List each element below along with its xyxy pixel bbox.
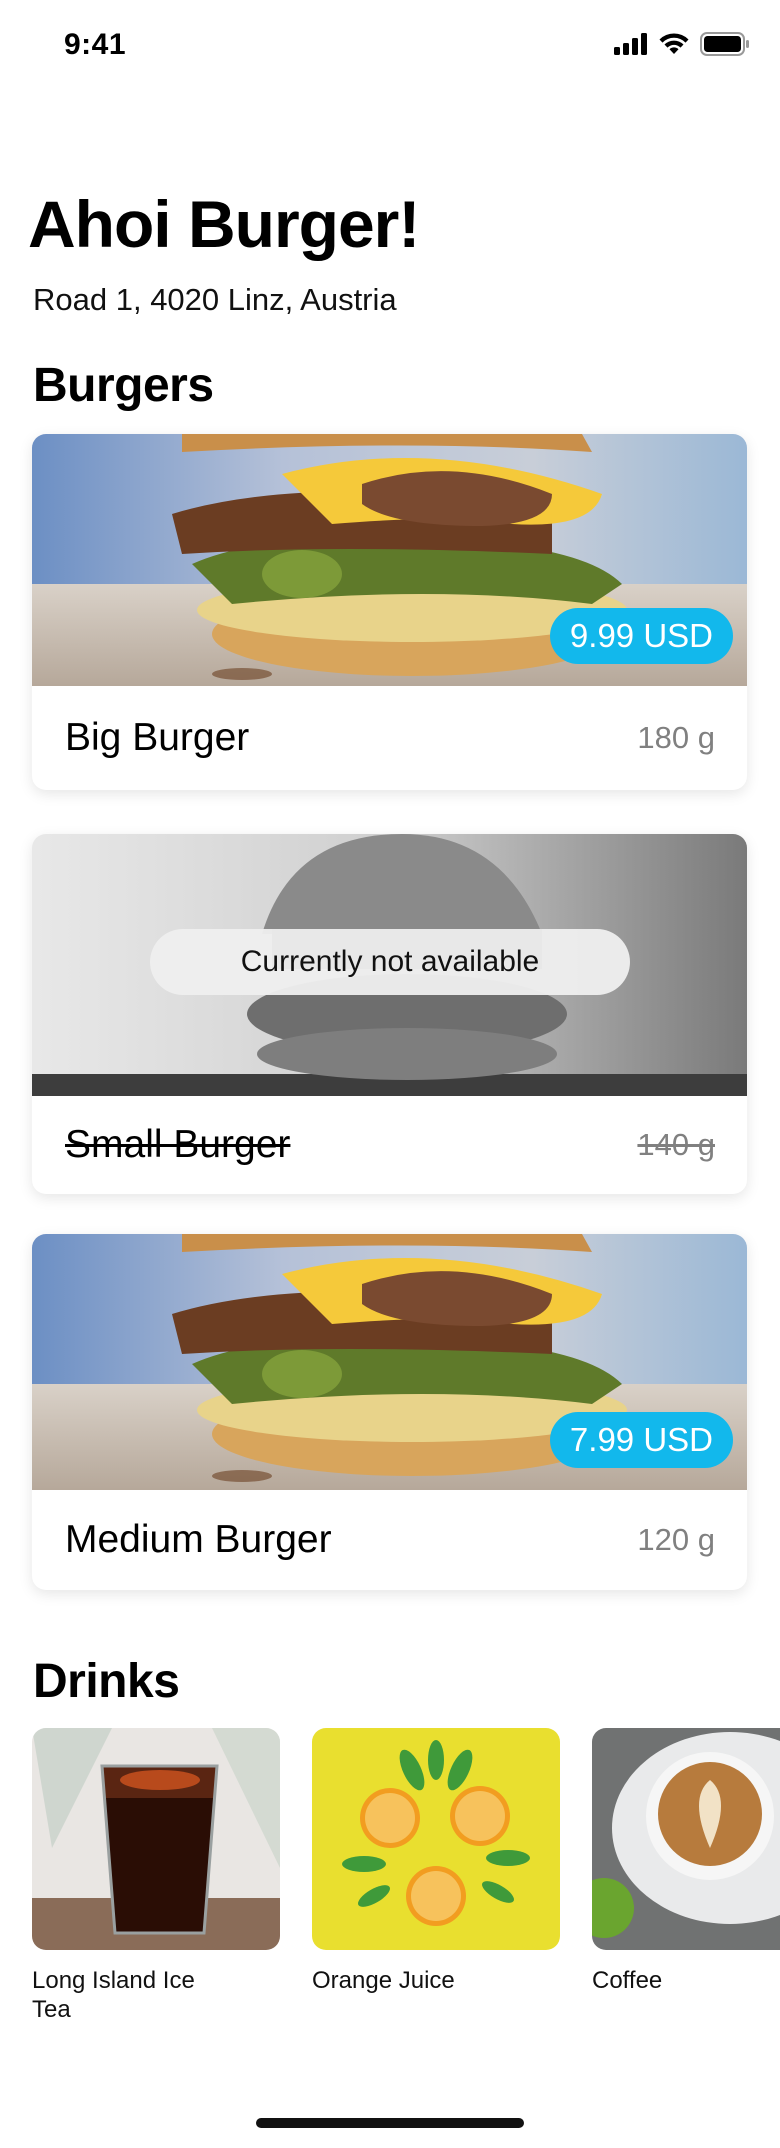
restaurant-address: Road 1, 4020 Linz, Austria — [33, 282, 397, 317]
price-badge: 9.99 USD — [549, 608, 733, 664]
drink-image — [312, 1728, 560, 1950]
drink-image — [592, 1728, 780, 1950]
wifi-icon — [659, 33, 689, 54]
burger-weight: 140 g — [637, 1127, 715, 1162]
price-badge: 7.99 USD — [549, 1412, 733, 1468]
burger-image: 9.99 USD — [32, 434, 747, 686]
battery-icon — [700, 32, 749, 56]
burger-card-big[interactable]: 9.99 USD Big Burger 180 g — [32, 434, 747, 790]
drinks-carousel[interactable]: Long Island Ice Tea Orange Juice Coffee — [32, 1728, 780, 2048]
cellular-signal-icon — [614, 33, 647, 55]
drink-image — [32, 1728, 280, 1950]
status-bar: 9:41 — [0, 0, 780, 92]
burger-card-small[interactable]: Currently not available Small Burger 140… — [32, 834, 747, 1194]
drink-name: Long Island Ice Tea — [32, 1967, 195, 2023]
home-indicator[interactable] — [256, 2118, 524, 2128]
status-icons — [614, 32, 750, 56]
burger-weight: 180 g — [637, 720, 715, 755]
burger-weight: 120 g — [637, 1522, 715, 1557]
drink-item-orange-juice[interactable]: Orange Juice — [312, 1728, 560, 1995]
card-footer: Big Burger 180 g — [32, 686, 747, 790]
card-footer: Medium Burger 120 g — [32, 1490, 747, 1590]
status-time: 9:41 — [64, 28, 127, 61]
card-footer: Small Burger 140 g — [32, 1096, 747, 1194]
drink-name: Orange Juice — [312, 1967, 455, 1994]
drink-name: Coffee — [592, 1967, 663, 1994]
burger-name: Small Burger — [65, 1123, 291, 1166]
burger-card-medium[interactable]: 7.99 USD Medium Burger 120 g — [32, 1234, 747, 1590]
burger-name: Big Burger — [65, 716, 250, 759]
burger-image: 7.99 USD — [32, 1234, 747, 1490]
unavailable-pill: Currently not available — [150, 929, 630, 995]
drinks-section-title: Drinks — [33, 1655, 180, 1708]
burger-image-grayscale: Currently not available — [32, 834, 747, 1096]
burger-name: Medium Burger — [65, 1518, 332, 1561]
drink-item-coffee[interactable]: Coffee — [592, 1728, 780, 1995]
drink-item-long-island-ice-tea[interactable]: Long Island Ice Tea — [32, 1728, 280, 2024]
burgers-section-title: Burgers — [33, 359, 214, 412]
restaurant-title: Ahoi Burger! — [28, 187, 420, 261]
